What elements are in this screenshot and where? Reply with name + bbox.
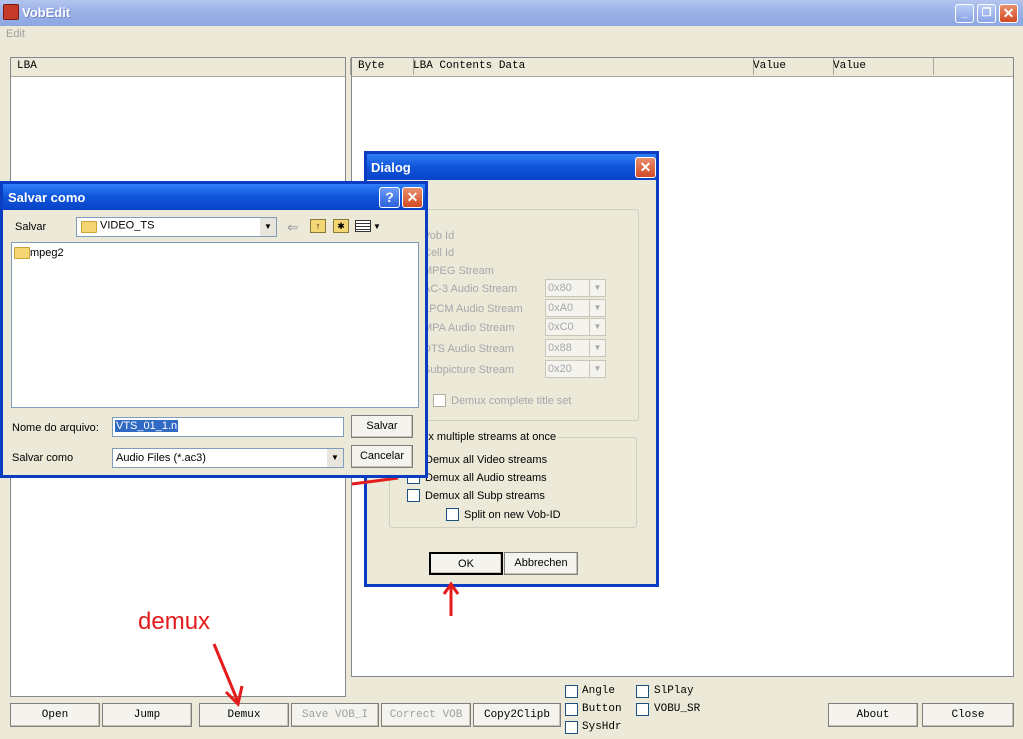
column-byte[interactable]: Byte — [352, 58, 414, 75]
view-menu-chevron-icon[interactable]: ▼ — [373, 222, 381, 231]
demux-subp-checkbox[interactable] — [407, 489, 420, 502]
back-icon[interactable]: ⇐ — [287, 219, 299, 236]
folder-icon — [14, 247, 30, 260]
folder-icon — [81, 221, 97, 233]
open-button[interactable]: Open — [10, 703, 100, 727]
save-vob-button[interactable]: Save VOB_I — [291, 703, 379, 727]
demux-title-set-label: Demux complete title set — [451, 395, 572, 407]
subpicture-label: Subpicture Stream — [423, 364, 515, 376]
save-type-select[interactable]: Audio Files (*.ac3) ▼ — [112, 448, 344, 468]
vobu-sr-checkbox[interactable] — [636, 703, 649, 716]
ac3-select[interactable]: 0x80 ▼ — [545, 279, 606, 297]
column-value-2[interactable]: Value — [827, 58, 934, 75]
close-window-button[interactable]: ✕ — [999, 4, 1018, 23]
mpa-select[interactable]: 0xC0 ▼ — [545, 318, 606, 336]
lba-header: LBA — [11, 58, 351, 77]
close-button[interactable]: Close — [922, 703, 1014, 727]
title-bar: VobEdit _ ❐ ✕ — [0, 0, 1023, 26]
lpcm-label: LPCM Audio Stream — [423, 303, 523, 315]
slplay-checkbox[interactable] — [636, 685, 649, 698]
lpcm-select[interactable]: 0xA0 ▼ — [545, 299, 606, 317]
up-folder-icon[interactable]: ↑ — [310, 219, 326, 233]
new-folder-icon[interactable]: ✱ — [333, 219, 349, 233]
split-vob-id-label: Split on new Vob-ID — [464, 509, 561, 521]
save-dialog-title: Salvar como — [8, 190, 86, 205]
copy2clipb-button[interactable]: Copy2Clipb — [473, 703, 561, 727]
angle-checkbox[interactable] — [565, 685, 578, 698]
syshdr-checkbox[interactable] — [565, 721, 578, 734]
window-title: VobEdit — [22, 5, 71, 20]
button-checkbox[interactable] — [565, 703, 578, 716]
save-as-dialog: Salvar como ? ✕ Salvar VIDEO_TS ▼ ⇐ ↑ ✱ … — [0, 181, 428, 478]
abbrechen-button[interactable]: Abbrechen — [504, 552, 578, 575]
correct-vob-button[interactable]: Correct VOB — [381, 703, 471, 727]
about-button[interactable]: About — [828, 703, 918, 727]
help-button[interactable]: ? — [379, 187, 400, 208]
save-in-label: Salvar — [15, 221, 47, 233]
slplay-label: SlPlay — [654, 685, 694, 697]
column-value-1[interactable]: Value — [747, 58, 834, 75]
dialog-close-button[interactable]: ✕ — [635, 157, 656, 178]
ac3-label: AC-3 Audio Stream — [423, 283, 518, 295]
column-lba-contents[interactable]: LBA Contents Data — [407, 58, 754, 75]
dts-label: DTS Audio Stream — [423, 343, 515, 355]
save-dialog-close-button[interactable]: ✕ — [402, 187, 423, 208]
demux-arrow-icon — [212, 643, 244, 707]
menu-bar: Edit — [0, 26, 1023, 44]
dts-select[interactable]: 0x88 ▼ — [545, 339, 606, 357]
ok-button[interactable]: OK — [429, 552, 503, 575]
dialog-title: Dialog — [371, 160, 411, 175]
syshdr-label: SysHdr — [582, 721, 622, 733]
list-item[interactable]: mpeg2 — [14, 247, 64, 260]
restore-button[interactable]: ❐ — [977, 4, 996, 23]
demux-subp-label: Demux all Subp streams — [425, 490, 545, 502]
chevron-down-icon[interactable]: ▼ — [260, 218, 276, 236]
save-type-label: Salvar como — [12, 452, 74, 464]
button-label: Button — [582, 703, 622, 715]
demux-annotation: demux — [138, 608, 211, 635]
split-vob-id-checkbox[interactable] — [446, 508, 459, 521]
app-icon — [3, 4, 19, 20]
vobu-sr-label: VOBU_SR — [654, 703, 701, 715]
menu-edit[interactable]: Edit — [6, 28, 25, 40]
salvar-button[interactable]: Salvar — [351, 415, 413, 438]
save-in-select[interactable]: VIDEO_TS ▼ — [76, 217, 277, 237]
demux-title-set-checkbox[interactable] — [433, 394, 446, 407]
cancelar-button[interactable]: Cancelar — [351, 445, 413, 468]
jump-button[interactable]: Jump — [102, 703, 192, 727]
filename-label: Nome do arquivo: — [12, 422, 99, 434]
angle-label: Angle — [582, 685, 616, 697]
column-lba[interactable]: LBA — [11, 58, 351, 75]
save-dialog-title-bar: Salvar como ? ✕ — [3, 184, 425, 210]
ok-arrow-icon — [442, 581, 460, 616]
subpicture-select[interactable]: 0x20 ▼ — [545, 360, 606, 378]
minimize-button[interactable]: _ — [955, 4, 974, 23]
mpa-label: MPA Audio Stream — [423, 322, 515, 334]
mpeg-stream-label: MPEG Stream — [423, 265, 494, 277]
contents-header: Byte LBA Contents Data Value Value — [352, 58, 1013, 77]
filename-input[interactable]: VTS_01_1.n — [112, 417, 344, 437]
chevron-down-icon[interactable]: ▼ — [327, 449, 343, 467]
view-menu-icon[interactable] — [355, 220, 371, 232]
demux-video-label: Demux all Video streams — [425, 454, 548, 466]
dialog-title-bar: Dialog ✕ — [367, 154, 656, 180]
file-list[interactable]: mpeg2 — [11, 242, 419, 408]
demux-audio-label: Demux all Audio streams — [425, 472, 547, 484]
